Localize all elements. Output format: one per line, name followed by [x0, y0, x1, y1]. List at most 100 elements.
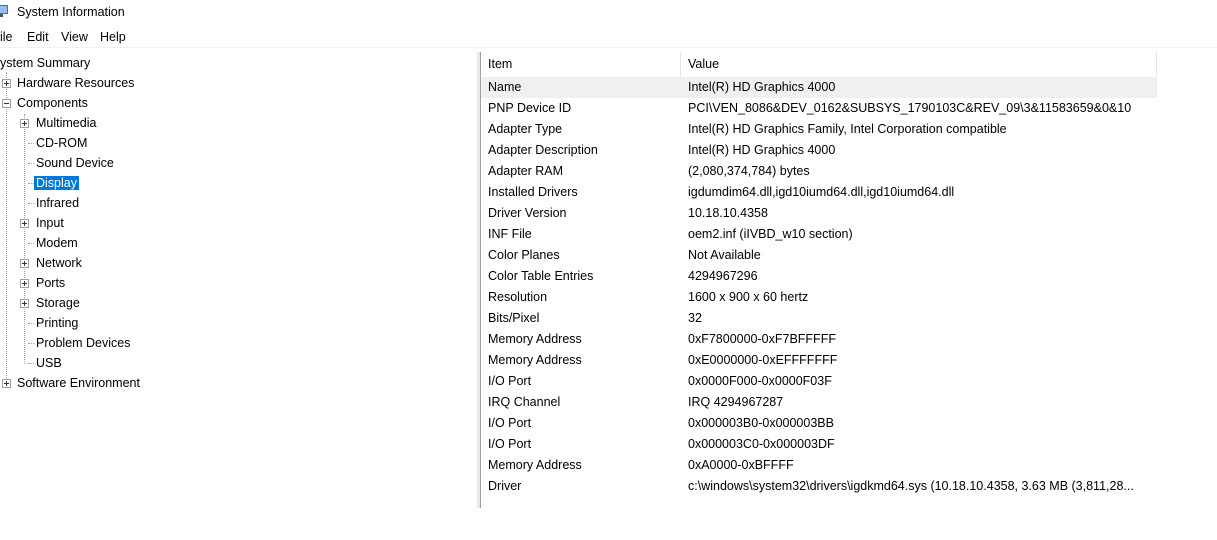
- value-cell: 32: [688, 311, 702, 325]
- item-cell: Adapter RAM: [488, 164, 564, 178]
- item-cell: Adapter Type: [488, 122, 563, 136]
- value-cell: Intel(R) HD Graphics 4000: [688, 143, 836, 157]
- category-tree[interactable]: ystem Summary Hardware Resources Compone…: [0, 52, 477, 508]
- value-cell: PCI\VEN_8086&DEV_0162&SUBSYS_1790103C&RE…: [688, 101, 1132, 115]
- table-row[interactable]: Name Intel(R) HD Graphics 4000: [481, 77, 1157, 98]
- value-cell: igdumdim64.dll,igd10iumd64.dll,igd10iumd…: [688, 185, 955, 199]
- collapse-minus-icon[interactable]: [2, 99, 11, 108]
- expand-plus-icon[interactable]: [2, 379, 11, 388]
- tree-item-system-summary[interactable]: ystem Summary: [0, 53, 92, 73]
- item-cell: Bits/Pixel: [488, 311, 540, 325]
- expand-plus-icon[interactable]: [20, 259, 29, 268]
- tree-item-hardware-resources[interactable]: Hardware Resources: [15, 73, 136, 93]
- value-cell: c:\windows\system32\drivers\igdkmd64.sys…: [688, 479, 1134, 493]
- item-cell: Driver Version: [488, 206, 567, 220]
- tree-item-display[interactable]: Display: [34, 173, 79, 193]
- item-cell: Memory Address: [488, 458, 582, 472]
- tree-item-software-environment[interactable]: Software Environment: [15, 373, 142, 393]
- item-cell: I/O Port: [488, 437, 532, 451]
- tree-item-cd-rom[interactable]: CD-ROM: [34, 133, 89, 153]
- table-row[interactable]: Color Planes Not Available: [481, 245, 1217, 266]
- menu-separator: [0, 47, 1217, 48]
- column-header-item[interactable]: Item: [481, 52, 681, 76]
- expand-plus-icon[interactable]: [20, 299, 29, 308]
- item-cell: Color Planes: [488, 248, 560, 262]
- value-cell: 0x000003C0-0x000003DF: [688, 437, 835, 451]
- table-row[interactable]: Bits/Pixel 32: [481, 308, 1217, 329]
- table-row[interactable]: I/O Port 0x000003B0-0x000003BB: [481, 413, 1217, 434]
- menu-bar: ile Edit View Help: [0, 26, 1217, 46]
- tree-item-usb[interactable]: USB: [34, 353, 64, 373]
- system-information-icon: [0, 5, 8, 17]
- value-cell: 0xE0000000-0xEFFFFFFF: [688, 353, 838, 367]
- tree-item-modem[interactable]: Modem: [34, 233, 80, 253]
- menu-file[interactable]: ile: [0, 30, 13, 44]
- column-header-value[interactable]: Value: [681, 52, 1157, 76]
- details-list[interactable]: Item Value Name Intel(R) HD Graphics 4000…: [480, 52, 1217, 508]
- tree-item-storage[interactable]: Storage: [34, 293, 82, 313]
- table-row[interactable]: Resolution 1600 x 900 x 60 hertz: [481, 287, 1217, 308]
- value-cell: IRQ 4294967287: [688, 395, 784, 409]
- table-row[interactable]: Driver c:\windows\system32\drivers\igdkmd…: [481, 476, 1217, 497]
- table-row[interactable]: Memory Address 0xA0000-0xBFFFF: [481, 455, 1217, 476]
- item-cell: Name: [488, 80, 522, 94]
- item-cell: I/O Port: [488, 416, 532, 430]
- details-rows: Name Intel(R) HD Graphics 4000 PNP Device …: [481, 77, 1217, 497]
- table-row[interactable]: I/O Port 0x0000F000-0x0000F03F: [481, 371, 1217, 392]
- item-cell: INF File: [488, 227, 532, 241]
- tree-item-printing[interactable]: Printing: [34, 313, 80, 333]
- value-cell: 0xA0000-0xBFFFF: [688, 458, 794, 472]
- expand-plus-icon[interactable]: [2, 79, 11, 88]
- tree-connector: [6, 72, 7, 384]
- table-row[interactable]: I/O Port 0x000003C0-0x000003DF: [481, 434, 1217, 455]
- value-cell: Intel(R) HD Graphics 4000: [688, 80, 836, 94]
- value-cell: 0xF7800000-0xF7BFFFFF: [688, 332, 836, 346]
- item-cell: Color Table Entries: [488, 269, 594, 283]
- tree-item-network[interactable]: Network: [34, 253, 84, 273]
- value-cell: (2,080,374,784) bytes: [688, 164, 810, 178]
- table-row[interactable]: Color Table Entries 4294967296: [481, 266, 1217, 287]
- value-cell: 10.18.10.4358: [688, 206, 768, 220]
- table-row[interactable]: INF File oem2.inf (iIVBD_w10 section): [481, 224, 1217, 245]
- table-row[interactable]: Driver Version 10.18.10.4358: [481, 203, 1217, 224]
- tree-connector: [24, 114, 25, 364]
- tree-item-sound-device[interactable]: Sound Device: [34, 153, 116, 173]
- table-row[interactable]: Memory Address 0xE0000000-0xEFFFFFFF: [481, 350, 1217, 371]
- table-row[interactable]: Adapter RAM (2,080,374,784) bytes: [481, 161, 1217, 182]
- tree-item-ports[interactable]: Ports: [34, 273, 67, 293]
- item-cell: PNP Device ID: [488, 101, 572, 115]
- expand-plus-icon[interactable]: [20, 119, 29, 128]
- item-cell: Memory Address: [488, 332, 582, 346]
- value-cell: 1600 x 900 x 60 hertz: [688, 290, 809, 304]
- table-row[interactable]: Installed Drivers igdumdim64.dll,igd10ium…: [481, 182, 1217, 203]
- menu-help[interactable]: Help: [100, 30, 126, 44]
- item-cell: Adapter Description: [488, 143, 598, 157]
- value-cell: 0x000003B0-0x000003BB: [688, 416, 834, 430]
- table-row[interactable]: PNP Device ID PCI\VEN_8086&DEV_0162&SUBSY…: [481, 98, 1217, 119]
- tree-item-multimedia[interactable]: Multimedia: [34, 113, 98, 133]
- value-cell: Not Available: [688, 248, 761, 262]
- value-cell: 0x0000F000-0x0000F03F: [688, 374, 832, 388]
- value-cell: 4294967296: [688, 269, 758, 283]
- tree-item-infrared[interactable]: Infrared: [34, 193, 81, 213]
- table-row[interactable]: IRQ Channel IRQ 4294967287: [481, 392, 1217, 413]
- value-cell: Intel(R) HD Graphics Family, Intel Corpo…: [688, 122, 1007, 136]
- tree-item-problem-devices[interactable]: Problem Devices: [34, 333, 132, 353]
- item-cell: Resolution: [488, 290, 548, 304]
- menu-view[interactable]: View: [61, 30, 88, 44]
- table-row[interactable]: Memory Address 0xF7800000-0xF7BFFFFF: [481, 329, 1217, 350]
- expand-plus-icon[interactable]: [20, 279, 29, 288]
- item-cell: Memory Address: [488, 353, 582, 367]
- menu-edit[interactable]: Edit: [27, 30, 49, 44]
- value-cell: oem2.inf (iIVBD_w10 section): [688, 227, 853, 241]
- title-bar: System Information: [0, 0, 1217, 24]
- tree-item-components[interactable]: Components: [15, 93, 90, 113]
- window-title: System Information: [17, 5, 125, 19]
- table-row[interactable]: Adapter Type Intel(R) HD Graphics Family,…: [481, 119, 1217, 140]
- table-row[interactable]: Adapter Description Intel(R) HD Graphics …: [481, 140, 1217, 161]
- item-cell: Driver: [488, 479, 522, 493]
- item-cell: Installed Drivers: [488, 185, 578, 199]
- tree-item-input[interactable]: Input: [34, 213, 66, 233]
- item-cell: IRQ Channel: [488, 395, 561, 409]
- expand-plus-icon[interactable]: [20, 219, 29, 228]
